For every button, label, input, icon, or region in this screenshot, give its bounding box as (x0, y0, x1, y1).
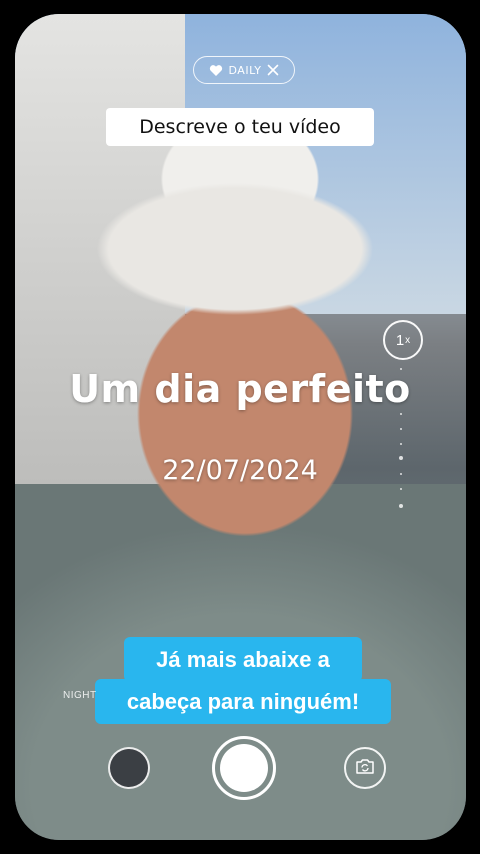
night-mode-label[interactable]: NIGHT (63, 690, 97, 701)
gallery-thumbnail[interactable] (108, 747, 150, 789)
close-icon[interactable] (267, 64, 279, 76)
overlay-title: Um dia perfeito (69, 367, 411, 411)
shutter-button[interactable] (212, 736, 276, 800)
daily-label: DAILY (228, 63, 262, 77)
overlay-date: 22/07/2024 (162, 455, 318, 486)
camera-flip-button[interactable] (344, 747, 386, 789)
caption-line-1: Já mais abaixe a (124, 637, 362, 682)
camera-flip-icon (355, 757, 375, 779)
zoom-suffix: x (405, 334, 411, 346)
shutter-inner (220, 744, 268, 792)
caption-line-2: cabeça para ninguém! (95, 679, 391, 724)
background-truck (15, 14, 185, 484)
zoom-button[interactable]: 1x (383, 320, 423, 360)
heart-icon (209, 64, 223, 77)
zoom-value: 1 (395, 331, 405, 349)
describe-video-button[interactable]: Descreve o teu vídeo (106, 108, 374, 146)
daily-pill[interactable]: DAILY (193, 56, 295, 84)
person-face (85, 254, 405, 584)
